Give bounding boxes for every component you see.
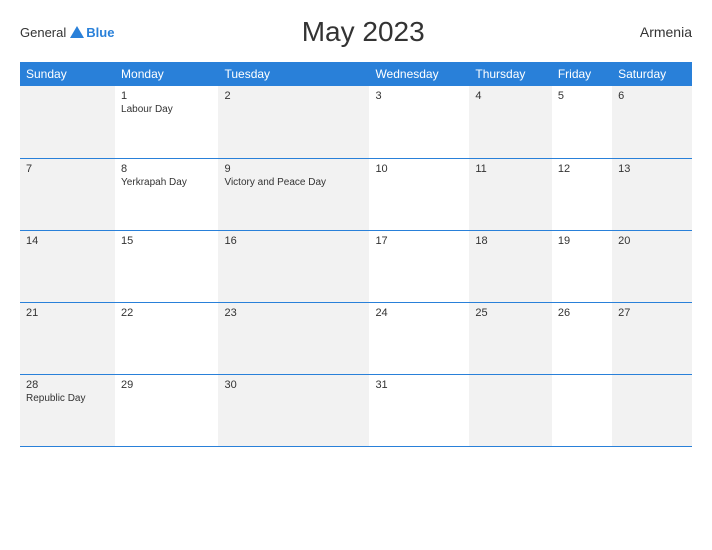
calendar-cell: 12 (552, 158, 612, 230)
calendar-cell: 10 (369, 158, 469, 230)
calendar-cell: 27 (612, 302, 692, 374)
day-number: 15 (121, 235, 212, 247)
day-number: 30 (224, 379, 363, 391)
calendar-cell: 19 (552, 230, 612, 302)
logo-general-text: General (20, 25, 66, 40)
weekday-header-sunday: Sunday (20, 62, 115, 86)
day-number: 19 (558, 235, 606, 247)
calendar-cell (612, 374, 692, 446)
country-label: Armenia (612, 24, 692, 40)
day-number: 9 (224, 163, 363, 175)
calendar-cell: 7 (20, 158, 115, 230)
calendar-cell: 2 (218, 86, 369, 158)
day-number: 16 (224, 235, 363, 247)
day-number: 31 (375, 379, 463, 391)
calendar-cell: 13 (612, 158, 692, 230)
day-number: 12 (558, 163, 606, 175)
day-number: 1 (121, 90, 212, 102)
day-number: 14 (26, 235, 109, 247)
page: General Blue May 2023 Armenia SundayMond… (0, 0, 712, 550)
calendar-cell: 3 (369, 86, 469, 158)
weekday-header-monday: Monday (115, 62, 218, 86)
calendar-cell: 6 (612, 86, 692, 158)
day-number: 6 (618, 90, 686, 102)
day-number: 2 (224, 90, 363, 102)
logo-triangle-icon (70, 26, 84, 38)
day-number: 25 (475, 307, 545, 319)
day-number: 29 (121, 379, 212, 391)
calendar-cell: 1 Labour Day (115, 86, 218, 158)
calendar-cell (469, 374, 551, 446)
calendar-cell: 31 (369, 374, 469, 446)
day-number: 4 (475, 90, 545, 102)
calendar-cell: 26 (552, 302, 612, 374)
day-number: 23 (224, 307, 363, 319)
calendar-cell: 15 (115, 230, 218, 302)
calendar-cell: 23 (218, 302, 369, 374)
calendar-cell: 18 (469, 230, 551, 302)
calendar-cell: 5 (552, 86, 612, 158)
calendar-cell: 9 Victory and Peace Day (218, 158, 369, 230)
day-number: 11 (475, 163, 545, 175)
weekday-header-wednesday: Wednesday (369, 62, 469, 86)
day-number: 17 (375, 235, 463, 247)
calendar-week-row: 14 15 16 17 18 19 20 (20, 230, 692, 302)
logo: General Blue (20, 25, 114, 40)
holiday-label: Republic Day (26, 393, 109, 404)
calendar-cell: 22 (115, 302, 218, 374)
calendar-table: SundayMondayTuesdayWednesdayThursdayFrid… (20, 62, 692, 447)
holiday-label: Yerkrapah Day (121, 177, 212, 188)
calendar-cell: 20 (612, 230, 692, 302)
day-number: 28 (26, 379, 109, 391)
calendar-week-row: 1 Labour Day 234 56 (20, 86, 692, 158)
calendar-cell: 25 (469, 302, 551, 374)
calendar-cell: 16 (218, 230, 369, 302)
calendar-week-row: 21 22 23 24 25 26 27 (20, 302, 692, 374)
calendar-cell: 21 (20, 302, 115, 374)
weekday-header-tuesday: Tuesday (218, 62, 369, 86)
weekday-header-row: SundayMondayTuesdayWednesdayThursdayFrid… (20, 62, 692, 86)
holiday-label: Labour Day (121, 104, 212, 115)
calendar-cell (552, 374, 612, 446)
day-number: 18 (475, 235, 545, 247)
calendar-cell: 30 (218, 374, 369, 446)
calendar-cell: 24 (369, 302, 469, 374)
holiday-label: Victory and Peace Day (224, 177, 363, 188)
day-number: 3 (375, 90, 463, 102)
calendar-cell: 8 Yerkrapah Day (115, 158, 218, 230)
calendar-cell: 14 (20, 230, 115, 302)
calendar-cell (20, 86, 115, 158)
weekday-header-friday: Friday (552, 62, 612, 86)
weekday-header-thursday: Thursday (469, 62, 551, 86)
day-number: 5 (558, 90, 606, 102)
logo-blue-text: Blue (86, 25, 114, 40)
day-number: 22 (121, 307, 212, 319)
calendar-week-row: 78 Yerkrapah Day 9 Victory and Peace Day 10 1… (20, 158, 692, 230)
weekday-header-saturday: Saturday (612, 62, 692, 86)
calendar-week-row: 28 Republic Day 29 30 31 (20, 374, 692, 446)
day-number: 10 (375, 163, 463, 175)
day-number: 7 (26, 163, 109, 175)
calendar-cell: 11 (469, 158, 551, 230)
day-number: 26 (558, 307, 606, 319)
calendar-title: May 2023 (114, 16, 612, 48)
day-number: 24 (375, 307, 463, 319)
day-number: 21 (26, 307, 109, 319)
day-number: 20 (618, 235, 686, 247)
calendar-cell: 4 (469, 86, 551, 158)
calendar-cell: 17 (369, 230, 469, 302)
calendar-body: 1Labour Day2345678Yerkrapah Day9Victory … (20, 86, 692, 446)
header: General Blue May 2023 Armenia (20, 16, 692, 48)
calendar-cell: 28 Republic Day (20, 374, 115, 446)
day-number: 27 (618, 307, 686, 319)
calendar-header: SundayMondayTuesdayWednesdayThursdayFrid… (20, 62, 692, 86)
calendar-cell: 29 (115, 374, 218, 446)
day-number: 8 (121, 163, 212, 175)
day-number: 13 (618, 163, 686, 175)
